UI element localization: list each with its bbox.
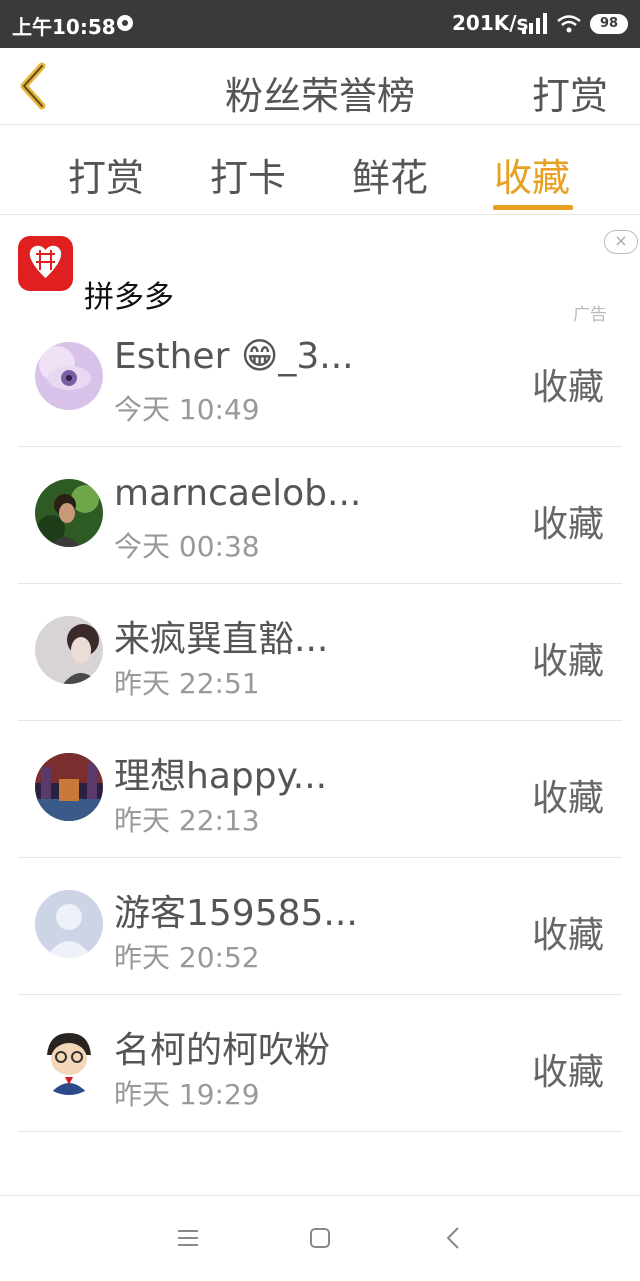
status-bar: 上午10:58 201K/s 98 (0, 0, 640, 48)
avatar (35, 616, 103, 684)
list-item[interactable]: 来疯巽直豁... 昨天 22:51 收藏 (18, 584, 622, 721)
system-navigation-bar (0, 1195, 640, 1281)
wifi-icon (557, 15, 581, 33)
row-action-label: 收藏 (531, 915, 604, 956)
pinduoduo-logo (18, 236, 73, 291)
battery-indicator: 98 (590, 14, 628, 34)
title-bar: 粉丝荣誉榜 打赏 (0, 48, 640, 125)
home-icon[interactable] (306, 1224, 334, 1252)
favorite-time: 今天 00:38 (114, 530, 260, 563)
user-name: Esther 😁_3... (114, 336, 354, 377)
list-item[interactable]: 游客159585... 昨天 20:52 收藏 (18, 858, 622, 995)
user-name: 理想happy... (114, 756, 328, 797)
reward-button[interactable]: 打赏 (532, 65, 608, 120)
favorite-time: 昨天 22:13 (114, 804, 260, 837)
user-name: 来疯巽直豁... (114, 619, 329, 660)
favorite-time: 昨天 19:29 (114, 1078, 260, 1111)
tab-reward[interactable]: 打赏 (68, 147, 144, 202)
avatar (35, 753, 103, 821)
favorite-time: 今天 10:49 (114, 393, 260, 426)
tab-favorites[interactable]: 收藏 (494, 147, 570, 202)
signal-icon (522, 13, 547, 34)
tab-bar: 打赏 打卡 鲜花 收藏 (0, 125, 640, 215)
user-name: 名柯的柯吹粉 (114, 1030, 331, 1071)
avatar (35, 890, 103, 958)
tab-checkin[interactable]: 打卡 (210, 147, 286, 202)
list-item[interactable]: 理想happy... 昨天 22:13 收藏 (18, 721, 622, 858)
row-action-label: 收藏 (531, 778, 604, 819)
row-action-label: 收藏 (531, 504, 604, 545)
row-action-label: 收藏 (531, 641, 604, 682)
avatar (35, 1027, 103, 1095)
list-item[interactable]: 名柯的柯吹粉 昨天 19:29 收藏 (18, 995, 622, 1132)
status-time: 上午10:58 (12, 15, 116, 39)
avatar (35, 342, 103, 410)
ad-close-icon[interactable]: × (604, 230, 638, 254)
notification-icon (117, 15, 133, 31)
row-action-label: 收藏 (531, 1052, 604, 1093)
favorites-list: Esther 😁_3... 今天 10:49 收藏 marncaelob... … (18, 310, 622, 1132)
network-speed: 201K/s (452, 11, 529, 35)
row-action-label: 收藏 (531, 367, 604, 408)
favorite-time: 昨天 20:52 (114, 941, 260, 974)
favorite-time: 昨天 22:51 (114, 667, 260, 700)
avatar (35, 479, 103, 547)
list-item[interactable]: Esther 😁_3... 今天 10:49 收藏 (18, 310, 622, 447)
user-name: 游客159585... (114, 893, 358, 934)
tab-flowers[interactable]: 鲜花 (352, 147, 428, 202)
user-name: marncaelob... (114, 473, 362, 514)
active-tab-indicator (493, 205, 573, 210)
back-icon[interactable] (440, 1224, 468, 1252)
menu-icon[interactable] (174, 1224, 202, 1252)
list-item[interactable]: marncaelob... 今天 00:38 收藏 (18, 447, 622, 584)
